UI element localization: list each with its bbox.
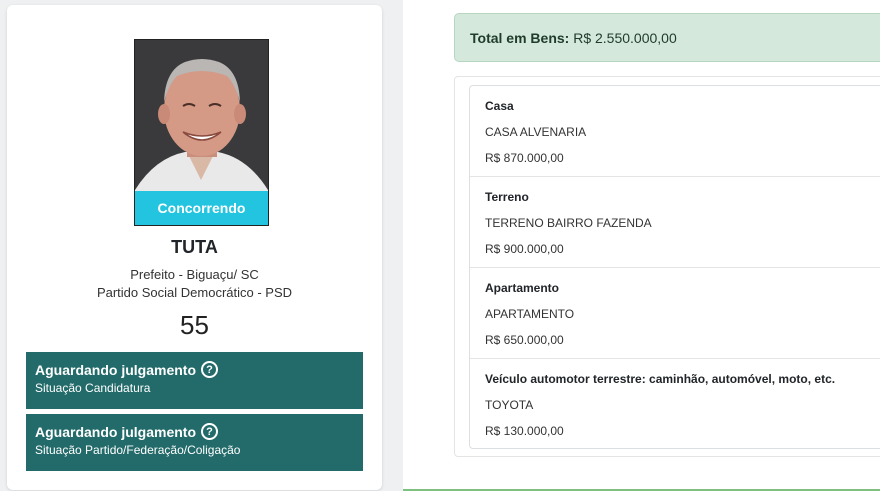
candidate-card: Concorrendo TUTA Prefeito - Biguaçu/ SC … [7, 5, 382, 490]
assets-list: Casa CASA ALVENARIA R$ 870.000,00 Terren… [469, 85, 880, 449]
asset-type: Apartamento [485, 281, 560, 295]
candidate-photo: Concorrendo [134, 39, 269, 226]
question-circle-icon[interactable]: ? [201, 423, 218, 440]
situation-party-label: Situação Partido/Federação/Coligação [35, 443, 241, 457]
asset-item: Casa CASA ALVENARIA R$ 870.000,00 [470, 86, 880, 177]
candidate-office: Prefeito - Biguaçu/ SC [130, 267, 259, 282]
situation-party-title: Aguardando julgamento [35, 423, 196, 440]
candidate-name: TUTA [171, 237, 218, 257]
asset-item: Apartamento APARTAMENTO R$ 650.000,00 [470, 268, 880, 359]
asset-type: Veículo automotor terrestre: caminhão, a… [485, 372, 836, 386]
situation-candidacy: Aguardando julgamento ? Situação Candida… [26, 352, 363, 409]
asset-description: TERRENO BAIRRO FAZENDA [485, 216, 652, 230]
situation-party: Aguardando julgamento ? Situação Partido… [26, 414, 363, 471]
question-circle-icon[interactable]: ? [201, 361, 218, 378]
asset-item: Veículo automotor terrestre: caminhão, a… [470, 359, 880, 450]
asset-item: Terreno TERRENO BAIRRO FAZENDA R$ 900.00… [470, 177, 880, 268]
situation-candidacy-label: Situação Candidatura [35, 381, 151, 395]
candidate-number: 55 [180, 310, 209, 340]
asset-description: TOYOTA [485, 398, 534, 412]
asset-description: APARTAMENTO [485, 307, 575, 321]
asset-type: Casa [485, 99, 514, 113]
total-assets-label: Total em Bens: [470, 30, 570, 46]
asset-value: R$ 870.000,00 [485, 151, 564, 165]
total-assets-alert: Total em Bens: R$ 2.550.000,00 [454, 13, 880, 62]
candidacy-status-badge: Concorrendo [135, 191, 268, 225]
candidate-party: Partido Social Democrático - PSD [96, 285, 293, 300]
asset-type: Terreno [485, 190, 529, 204]
asset-value: R$ 900.000,00 [485, 242, 564, 256]
assets-panel: Total em Bens: R$ 2.550.000,00 Casa CASA… [403, 0, 880, 491]
situation-candidacy-title: Aguardando julgamento [35, 361, 196, 378]
total-assets-value: R$ 2.550.000,00 [573, 30, 677, 46]
asset-value: R$ 650.000,00 [485, 333, 564, 347]
asset-value: R$ 130.000,00 [485, 424, 564, 438]
situation-title-row: Aguardando julgamento ? [35, 423, 354, 440]
situation-title-row: Aguardando julgamento ? [35, 361, 354, 378]
asset-description: CASA ALVENARIA [485, 125, 587, 139]
